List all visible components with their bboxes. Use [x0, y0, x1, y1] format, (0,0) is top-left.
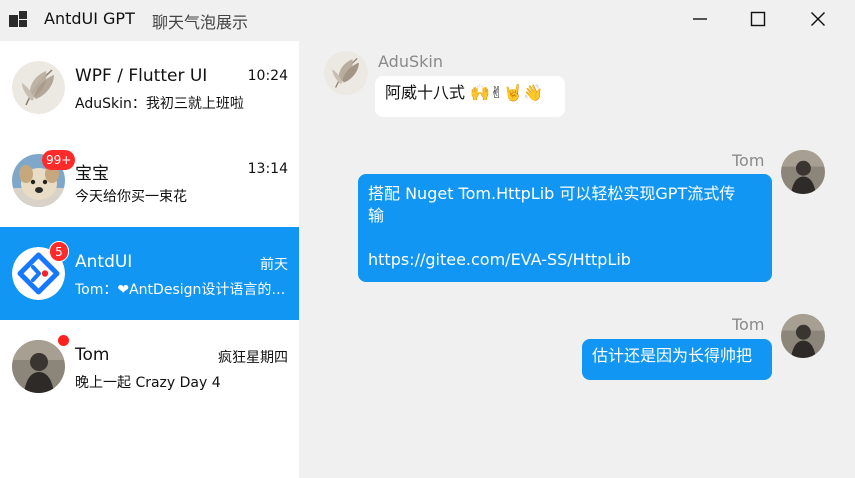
message-line: 输: [368, 206, 385, 225]
person-avatar: [12, 340, 65, 393]
conversation-preview: AduSkin：我初三就上班啦: [75, 96, 244, 112]
message-line: 搭配 Nuget Tom.HttpLib 可以轻松实现GPT流式传: [368, 184, 736, 203]
conversation-preview: Tom：❤AntDesign设计语言的Winform界面库: [75, 282, 289, 298]
conversation-time: 前天: [260, 257, 288, 273]
avatar-container: [12, 61, 65, 114]
message-link[interactable]: https://gitee.com/EVA-SS/HttpLib: [368, 249, 762, 271]
chat-panel: AduSkin 阿威十八式 🙌✌🤘👋 Tom 搭配 Nuget Tom.Http…: [299, 41, 855, 478]
maximize-icon: [750, 11, 766, 27]
status-dot: [58, 335, 69, 346]
unread-badge: 5: [49, 241, 69, 262]
conversation-item-active[interactable]: 5 AntdUI 前天 Tom：❤AntDesign设计语言的Winform界面…: [0, 227, 299, 320]
close-icon: [811, 12, 825, 26]
message-sender: Tom: [732, 151, 765, 170]
conversation-preview: 晚上一起 Crazy Day 4: [75, 375, 221, 391]
app-logo-icon: [9, 11, 27, 27]
message-text: 估计还是因为长得帅把: [592, 346, 753, 365]
conversation-time: 13:14: [247, 161, 288, 177]
feather-avatar: [12, 61, 65, 114]
minimize-button[interactable]: [671, 0, 729, 38]
conversation-list: WPF / Flutter UI 10:24 AduSkin：我初三就上班啦 9…: [0, 41, 299, 478]
unread-badge: 99+: [42, 150, 76, 170]
message-line-blank: [368, 227, 762, 249]
app-title: AntdUI GPT: [44, 9, 135, 28]
avatar-container: [12, 335, 69, 393]
maximize-button[interactable]: [729, 0, 787, 38]
conversation-item[interactable]: 99+ 宝宝 13:14 今天给你买一束花: [0, 134, 299, 227]
message-text: 阿威十八式 🙌✌🤘👋: [385, 83, 544, 102]
conversation-name: Tom: [75, 345, 110, 365]
title-bar: AntdUI GPT 聊天气泡展示: [0, 0, 855, 40]
conversation-item[interactable]: Tom 疯狂星期四 晚上一起 Crazy Day 4: [0, 320, 299, 413]
minimize-icon: [693, 18, 707, 20]
avatar-container: 5: [12, 241, 69, 300]
person-avatar: [781, 314, 825, 358]
person-avatar: [781, 150, 825, 194]
feather-avatar: [324, 51, 368, 95]
message-bubble-incoming[interactable]: 阿威十八式 🙌✌🤘👋: [375, 76, 565, 117]
app-subtitle: 聊天气泡展示: [152, 13, 249, 32]
close-button[interactable]: [789, 0, 847, 38]
conversation-name: 宝宝: [75, 164, 109, 184]
message-bubble-outgoing[interactable]: 搭配 Nuget Tom.HttpLib 可以轻松实现GPT流式传 输 http…: [358, 174, 772, 282]
conversation-name: AntdUI: [75, 252, 133, 272]
conversation-preview: 今天给你买一束花: [75, 189, 187, 205]
message-sender: Tom: [732, 315, 765, 334]
conversation-time: 疯狂星期四: [218, 350, 288, 366]
conversation-item[interactable]: WPF / Flutter UI 10:24 AduSkin：我初三就上班啦: [0, 41, 299, 134]
conversation-time: 10:24: [247, 68, 288, 84]
avatar-container: 99+: [12, 150, 76, 207]
message-sender: AduSkin: [378, 52, 443, 71]
message-bubble-outgoing[interactable]: 估计还是因为长得帅把: [582, 339, 772, 380]
conversation-name: WPF / Flutter UI: [75, 66, 208, 86]
